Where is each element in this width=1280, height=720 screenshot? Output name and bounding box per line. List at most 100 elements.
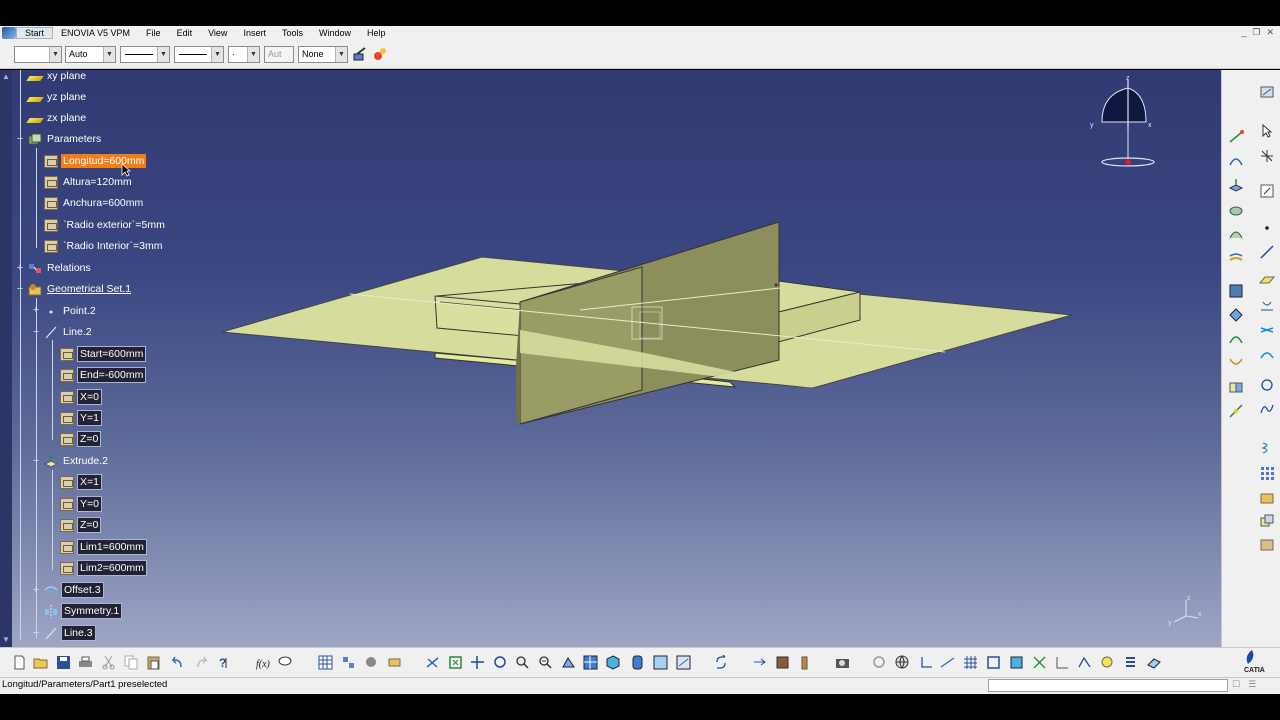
redo-icon[interactable] xyxy=(195,655,210,670)
select-arrow-icon[interactable] xyxy=(1259,123,1275,139)
tree-node-extrude2-y[interactable]: Y=0 xyxy=(60,496,102,512)
tree-node-line2[interactable]: Line.2 xyxy=(44,324,94,340)
text-annotation-icon[interactable] xyxy=(1259,183,1275,199)
body-icon[interactable] xyxy=(775,655,790,670)
pan-icon[interactable] xyxy=(470,655,485,670)
point-symbol-combo[interactable]: · ▼ xyxy=(228,46,260,63)
whats-this-icon[interactable]: ? xyxy=(217,655,232,670)
linetype-combo[interactable]: ▼ xyxy=(120,46,170,63)
format-painter-icon[interactable] xyxy=(352,46,368,62)
tree-node-altura[interactable]: Altura=120mm xyxy=(44,174,134,190)
expand-icon[interactable]: + xyxy=(15,263,25,274)
bottle-icon[interactable] xyxy=(797,655,812,670)
menu-insert[interactable]: Insert xyxy=(235,28,274,38)
undo-icon[interactable] xyxy=(169,655,184,670)
revolve-icon[interactable] xyxy=(1228,202,1244,218)
measure-icon[interactable] xyxy=(387,655,402,670)
tree-node-extrude2-z[interactable]: Z=0 xyxy=(60,517,102,533)
tree-node-longitud[interactable]: Longitud=600mm xyxy=(44,153,147,169)
reaction-icon[interactable] xyxy=(364,655,379,670)
stack-icon[interactable] xyxy=(1123,655,1138,670)
corner-icon[interactable] xyxy=(1055,655,1070,670)
table-icon[interactable] xyxy=(318,655,333,670)
rotate-icon[interactable] xyxy=(493,655,508,670)
power-input-clear-icon[interactable]: ☐ xyxy=(1232,679,1240,690)
sweep-icon[interactable] xyxy=(1228,283,1244,299)
menu-file[interactable]: File xyxy=(138,28,169,38)
expand-icon[interactable]: + xyxy=(31,305,41,316)
axis-system-icon[interactable] xyxy=(752,655,767,670)
menu-tools[interactable]: Tools xyxy=(274,28,311,38)
plane-tool-icon[interactable] xyxy=(1259,272,1275,288)
tree-node-parameters[interactable]: Parameters xyxy=(28,131,103,147)
sketcher-icon[interactable] xyxy=(1259,84,1275,100)
chevron-down-icon[interactable]: ▼ xyxy=(211,47,223,62)
chevron-down-icon[interactable]: ▼ xyxy=(157,47,169,62)
capture-icon[interactable] xyxy=(835,655,850,670)
tree-node-line2-y[interactable]: Y=1 xyxy=(60,410,102,426)
offset-curve-icon[interactable] xyxy=(1259,346,1275,362)
helix-tool-icon[interactable] xyxy=(1259,440,1275,456)
menu-edit[interactable]: Edit xyxy=(169,28,201,38)
tree-node-zx-plane[interactable]: zx plane xyxy=(26,110,88,126)
sphere-icon[interactable] xyxy=(1228,226,1244,242)
menu-start[interactable]: Start xyxy=(16,27,54,39)
compass-widget[interactable]: z y x xyxy=(1088,72,1158,170)
tree-node-point2[interactable]: Point.2 xyxy=(44,303,98,319)
3d-curve-icon[interactable] xyxy=(1146,655,1161,670)
thickness-combo[interactable]: ▼ xyxy=(174,46,224,63)
catalog-icon[interactable] xyxy=(1259,537,1275,553)
expand-icon[interactable]: + xyxy=(31,585,41,596)
multisection-icon[interactable] xyxy=(1228,331,1244,347)
graphic-properties-icon[interactable] xyxy=(372,46,388,62)
extremum-icon[interactable] xyxy=(1228,153,1244,169)
fit-all-icon[interactable] xyxy=(448,655,463,670)
tree-node-line2-end[interactable]: End=-600mm xyxy=(60,367,147,383)
normal-view-icon[interactable] xyxy=(561,655,576,670)
extrude-tool-icon[interactable] xyxy=(1228,177,1244,193)
chevron-down-icon[interactable]: ▼ xyxy=(247,47,259,62)
tree-node-symmetry1[interactable]: Symmetry.1 xyxy=(44,603,123,619)
measure-between-icon[interactable] xyxy=(940,655,955,670)
line-tool-icon[interactable] xyxy=(1259,244,1275,260)
cut-icon[interactable] xyxy=(101,655,116,670)
color-combo[interactable]: ▼ xyxy=(14,46,62,63)
chevron-down-icon[interactable]: ▼ xyxy=(335,47,347,62)
grid-icon[interactable] xyxy=(963,655,978,670)
pattern-grid-icon[interactable] xyxy=(1259,465,1275,481)
new-file-icon[interactable] xyxy=(12,655,27,670)
hide-show-icon[interactable] xyxy=(653,655,668,670)
fill-icon[interactable] xyxy=(1228,307,1244,323)
transparency-combo[interactable]: Auto ▼ xyxy=(65,46,116,63)
tree-node-yz-plane[interactable]: yz plane xyxy=(26,89,88,105)
zoom-out-icon[interactable] xyxy=(538,655,553,670)
tree-node-radio-interior[interactable]: `Radio Interior`=3mm xyxy=(44,238,165,254)
extract-icon[interactable] xyxy=(1009,655,1024,670)
close-icon[interactable]: ✕ xyxy=(1266,27,1274,38)
formula-icon[interactable]: f(x) xyxy=(255,655,270,670)
blend-icon[interactable] xyxy=(1228,355,1244,371)
tree-node-offset3[interactable]: Offset.3 xyxy=(44,582,104,598)
tree-node-radio-exterior[interactable]: `Radio exterior`=5mm xyxy=(44,217,167,233)
collapse-icon[interactable]: − xyxy=(15,134,25,145)
collapse-icon[interactable]: − xyxy=(31,628,41,639)
globe-icon[interactable] xyxy=(895,655,910,670)
parallel-curve-icon[interactable] xyxy=(1100,655,1115,670)
trim-icon[interactable] xyxy=(1032,655,1047,670)
chevron-down-icon[interactable]: ▼ xyxy=(49,47,61,62)
point-tool-icon[interactable] xyxy=(1259,220,1275,236)
shading-icon[interactable] xyxy=(630,655,645,670)
tree-node-extrude2-lim2[interactable]: Lim2=600mm xyxy=(60,560,147,576)
tree-node-extrude2-x[interactable]: X=1 xyxy=(60,474,102,490)
multi-view-icon[interactable] xyxy=(583,655,598,670)
refresh-icon[interactable] xyxy=(872,655,887,670)
tree-node-line2-x[interactable]: X=0 xyxy=(60,389,102,405)
projection-icon[interactable] xyxy=(1259,298,1275,314)
tree-node-line3[interactable]: Line.3 xyxy=(44,625,96,641)
open-folder-icon[interactable] xyxy=(33,655,48,670)
boundary-icon[interactable] xyxy=(986,655,1001,670)
point-2-marker[interactable] xyxy=(774,283,778,287)
axis-icon[interactable] xyxy=(918,655,933,670)
offset-surface-icon[interactable] xyxy=(1228,250,1244,266)
point-creation-icon[interactable] xyxy=(1228,129,1244,145)
